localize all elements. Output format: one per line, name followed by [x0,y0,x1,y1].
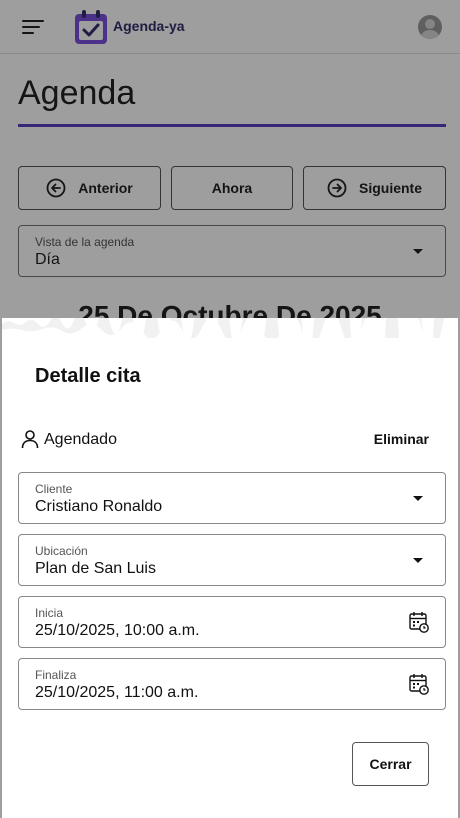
start-label: Inicia [35,606,64,620]
client-select[interactable]: Cliente Cristiano Ronaldo [18,472,446,524]
appointment-status: Agendado [44,431,117,448]
location-select[interactable]: Ubicación Plan de San Luis [18,534,446,586]
delete-button[interactable]: Eliminar [374,431,429,447]
location-label: Ubicación [35,544,88,558]
modal-title: Detalle cita [35,365,141,387]
end-value: 25/10/2025, 11:00 a.m. [35,684,199,701]
client-label: Cliente [35,482,73,496]
client-value: Cristiano Ronaldo [35,498,163,515]
close-button[interactable]: Cerrar [352,742,429,786]
chevron-down-icon [413,496,423,501]
person-icon [21,430,39,449]
chevron-down-icon [413,558,423,563]
calendar-clock-icon[interactable] [409,611,429,633]
sheet-torn-edge [2,318,458,338]
start-value: 25/10/2025, 10:00 a.m. [35,622,200,639]
location-value: Plan de San Luis [35,560,156,577]
start-datetime-field[interactable]: Inicia 25/10/2025, 10:00 a.m. [18,596,446,648]
appointment-status-row: Agendado Eliminar [18,426,446,454]
end-label: Finaliza [35,668,77,682]
calendar-clock-icon[interactable] [409,673,429,695]
end-datetime-field[interactable]: Finaliza 25/10/2025, 11:00 a.m. [18,658,446,710]
